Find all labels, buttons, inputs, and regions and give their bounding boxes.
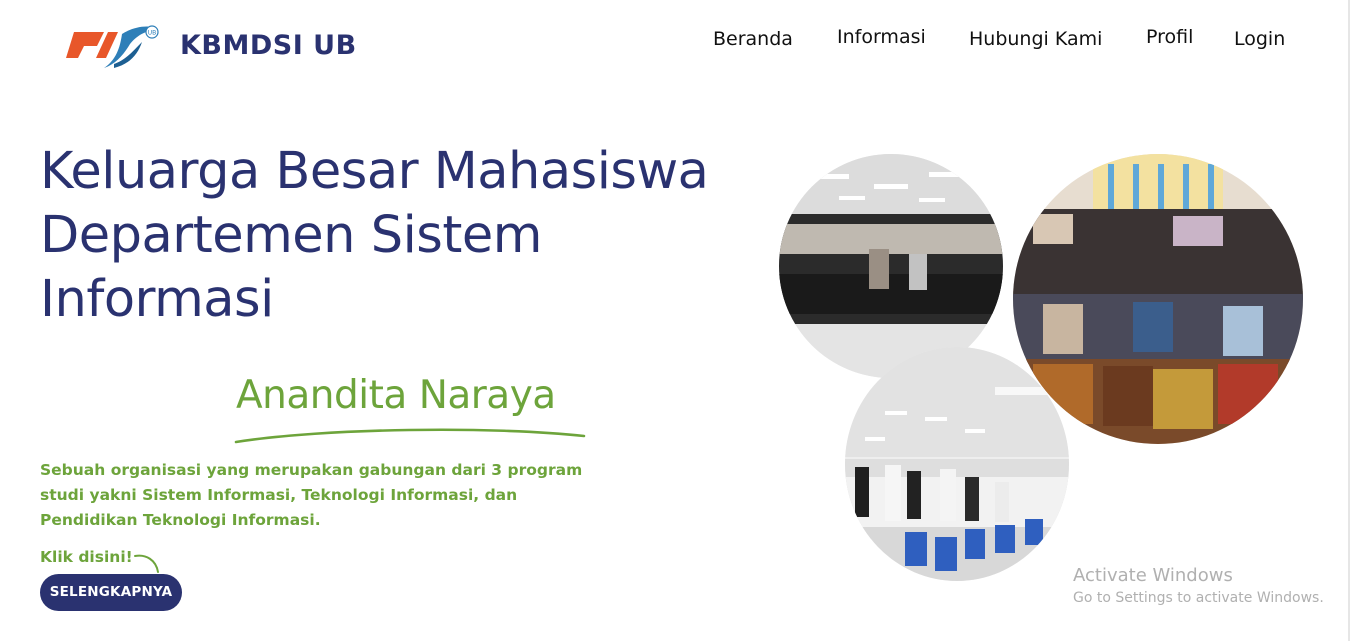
nav-profil[interactable]: Profil <box>1146 26 1193 48</box>
nav-login[interactable]: Login <box>1234 28 1285 50</box>
curved-arrow-icon <box>134 554 159 573</box>
group-photo-hall <box>779 154 1003 378</box>
nav-beranda[interactable]: Beranda <box>713 28 793 50</box>
click-here-label: Klik disini! <box>40 548 133 566</box>
hero-title-line-3: Informasi <box>40 270 274 329</box>
hero-title-line-2: Departemen Sistem <box>40 206 542 265</box>
selengkapnya-button[interactable]: SELENGKAPNYA <box>40 574 182 611</box>
activate-windows-subtitle: Go to Settings to activate Windows. <box>1073 590 1324 606</box>
nav-hubungi-kami[interactable]: Hubungi Kami <box>969 28 1102 50</box>
group-photo-batik <box>1013 154 1303 444</box>
featured-name: Anandita Naraya <box>236 373 556 418</box>
hero-title: Keluarga Besar Mahasiswa Departemen Sist… <box>40 140 760 332</box>
name-underline <box>234 428 586 444</box>
main-nav: Beranda Informasi Hubungi Kami Profil Lo… <box>0 26 1350 56</box>
nav-informasi[interactable]: Informasi <box>837 26 926 48</box>
hero-title-line-1: Keluarga Besar Mahasiswa <box>40 142 709 201</box>
activate-windows-title: Activate Windows <box>1073 565 1233 586</box>
hero-description: Sebuah organisasi yang merupakan gabunga… <box>40 461 583 529</box>
group-photo-room <box>845 347 1069 581</box>
